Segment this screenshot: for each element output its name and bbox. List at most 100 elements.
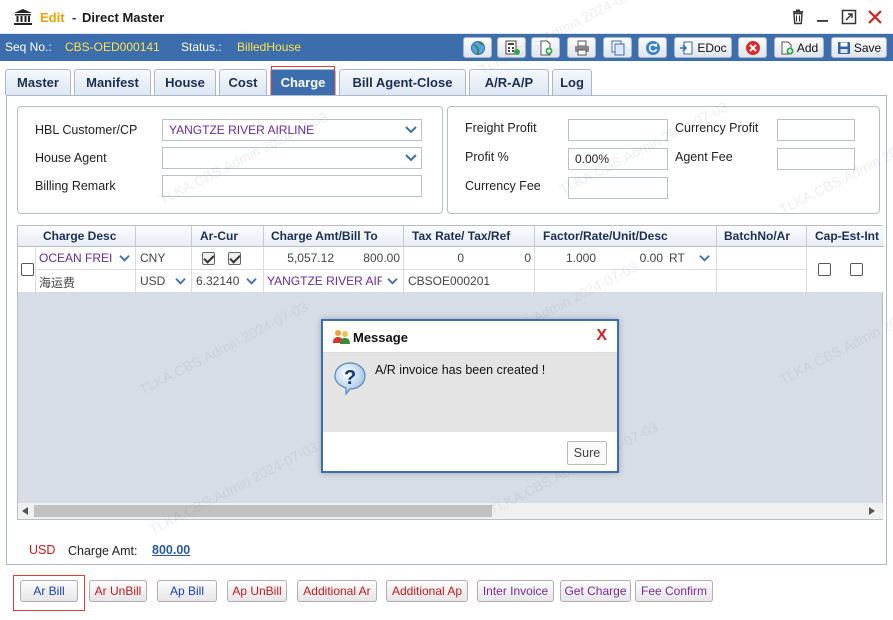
dialog-title: Message: [353, 330, 408, 345]
save-button[interactable]: Save: [831, 37, 887, 58]
currency-fee-label: Currency Fee: [465, 179, 541, 193]
dialog-message: A/R invoice has been created !: [375, 363, 546, 377]
horizontal-scrollbar[interactable]: [18, 503, 884, 519]
scroll-left-icon[interactable]: [22, 507, 28, 515]
profit-pct-input[interactable]: 0.00%: [568, 148, 668, 170]
house-agent-select[interactable]: [162, 147, 422, 169]
additional-ap-button[interactable]: Additional Ap: [386, 580, 468, 602]
tab-ar-ap[interactable]: A/R-A/P: [469, 69, 549, 95]
ar-unbill-button[interactable]: Ar UnBill: [89, 580, 147, 602]
col-ar-cur[interactable]: Ar-Cur: [200, 229, 238, 243]
est-checkbox[interactable]: [850, 263, 863, 276]
grid-header: Charge Desc Ar-Cur Charge Amt/Bill To Ta…: [18, 226, 884, 247]
agent-fee-input[interactable]: [777, 148, 855, 170]
table-row[interactable]: OCEAN FREI CNY 5,057.12 800.00 0 0 1.000…: [18, 247, 884, 270]
amount-cell[interactable]: 5,057.12: [268, 251, 334, 265]
refresh-button[interactable]: [638, 37, 667, 58]
dialog-header: Message X: [323, 321, 617, 353]
chevron-down-icon[interactable]: [387, 277, 398, 286]
print-button[interactable]: [567, 37, 596, 58]
title-separator: -: [72, 10, 77, 25]
col-charge-desc[interactable]: Charge Desc: [43, 229, 116, 243]
save-icon: [837, 41, 850, 54]
ar-bill-button[interactable]: Ar Bill: [20, 580, 78, 602]
tab-master[interactable]: Master: [5, 69, 71, 95]
seq-label: Seq No.:: [5, 40, 52, 54]
copy-button[interactable]: [603, 37, 632, 58]
bill-checkbox[interactable]: [228, 252, 241, 265]
chevron-down-icon[interactable]: [246, 277, 257, 286]
col-batch[interactable]: BatchNo/Ar: [724, 229, 790, 243]
bill-amount-cell[interactable]: 800.00: [336, 251, 400, 265]
cancel-button[interactable]: [738, 37, 767, 58]
tab-cost[interactable]: Cost: [219, 69, 267, 95]
col-tax-rate[interactable]: Tax Rate/ Tax/Ref: [412, 229, 510, 243]
chevron-down-icon[interactable]: [175, 277, 186, 286]
bank-icon: [14, 9, 32, 25]
col-cap-est-int[interactable]: Cap-Est-Int: [815, 229, 879, 243]
trash-icon[interactable]: [790, 9, 806, 25]
factor-cell[interactable]: 1.000: [538, 251, 596, 265]
table-row[interactable]: 海运费 USD 6.32140 YANGTZE RIVER AIF CBSOE0…: [18, 270, 884, 293]
freight-profit-input[interactable]: [568, 119, 668, 141]
bill-to-cell[interactable]: YANGTZE RIVER AIF: [267, 274, 382, 288]
tab-log[interactable]: Log: [552, 69, 592, 95]
new-document-button[interactable]: [531, 37, 560, 58]
hbl-customer-select[interactable]: YANGTZE RIVER AIRLINE: [162, 119, 422, 141]
ap-unbill-button[interactable]: Ap UnBill: [227, 580, 287, 602]
tax-rate-cell[interactable]: 0: [408, 251, 464, 265]
col-factor[interactable]: Factor/Rate/Unit/Desc: [543, 229, 668, 243]
hbl-customer-value: YANGTZE RIVER AIRLINE: [169, 123, 315, 137]
chevron-down-icon[interactable]: [119, 254, 130, 263]
dialog-close-icon[interactable]: X: [596, 327, 607, 345]
tab-bill-agent-close[interactable]: Bill Agent-Close: [339, 69, 466, 95]
charge-name-cell[interactable]: 海运费: [39, 274, 75, 291]
exchange-rate-cell[interactable]: 6.32140: [196, 274, 239, 288]
tab-house[interactable]: House: [154, 69, 216, 95]
fee-confirm-button[interactable]: Fee Confirm: [635, 580, 713, 602]
copy-icon: [611, 40, 624, 55]
currency-fee-input[interactable]: [568, 177, 668, 199]
cancel-icon: [745, 40, 760, 55]
cap-checkbox[interactable]: [818, 263, 831, 276]
sure-button[interactable]: Sure: [567, 441, 607, 465]
additional-ar-button[interactable]: Additional Ar: [297, 580, 377, 602]
currency-profit-label: Currency Profit: [675, 121, 759, 135]
billing-remark-label: Billing Remark: [35, 179, 116, 193]
ap-bill-button[interactable]: Ap Bill: [157, 580, 217, 602]
charge-code-cell[interactable]: OCEAN FREI: [39, 251, 112, 265]
unit-cell[interactable]: RT: [669, 251, 685, 265]
get-charge-button[interactable]: Get Charge: [560, 580, 631, 602]
close-icon[interactable]: [867, 9, 883, 25]
tab-bar: Master Manifest House Cost Charge Bill A…: [0, 61, 893, 95]
tab-manifest[interactable]: Manifest: [74, 69, 151, 95]
minimize-icon[interactable]: [815, 9, 831, 25]
tax-cell[interactable]: 0: [473, 251, 531, 265]
currency-profit-input[interactable]: [777, 119, 855, 141]
scroll-right-icon[interactable]: [869, 507, 875, 515]
scrollbar-thumb[interactable]: [34, 505, 492, 517]
globe-button[interactable]: [463, 37, 492, 58]
ar-checkbox[interactable]: [202, 252, 215, 265]
charge-amt-value[interactable]: 800.00: [152, 543, 190, 557]
status-value: BilledHouse: [237, 40, 302, 54]
reference-cell[interactable]: CBSOE000201: [408, 274, 490, 288]
billing-remark-input[interactable]: [162, 175, 422, 197]
document-plus-icon: [540, 40, 552, 55]
add-button[interactable]: Add: [774, 37, 824, 58]
inter-invoice-button[interactable]: Inter Invoice: [477, 580, 554, 602]
col-charge-amt[interactable]: Charge Amt/Bill To: [271, 229, 378, 243]
import-icon: [680, 41, 693, 54]
currency-cell[interactable]: CNY: [140, 251, 165, 265]
maximize-icon[interactable]: [841, 9, 857, 25]
row-select-checkbox[interactable]: [21, 263, 34, 276]
agent-fee-label: Agent Fee: [675, 150, 733, 164]
dialog-footer: Sure: [323, 432, 617, 471]
edoc-button[interactable]: EDoc: [674, 37, 732, 58]
calculator-button[interactable]: [497, 37, 526, 58]
ar-currency-cell[interactable]: USD: [140, 274, 165, 288]
billing-info-box: HBL Customer/CP YANGTZE RIVER AIRLINE Ho…: [17, 106, 443, 214]
title-bar: Edit - Direct Master: [0, 0, 893, 34]
rate-cell[interactable]: 0.00: [603, 251, 663, 265]
chevron-down-icon[interactable]: [699, 254, 710, 263]
